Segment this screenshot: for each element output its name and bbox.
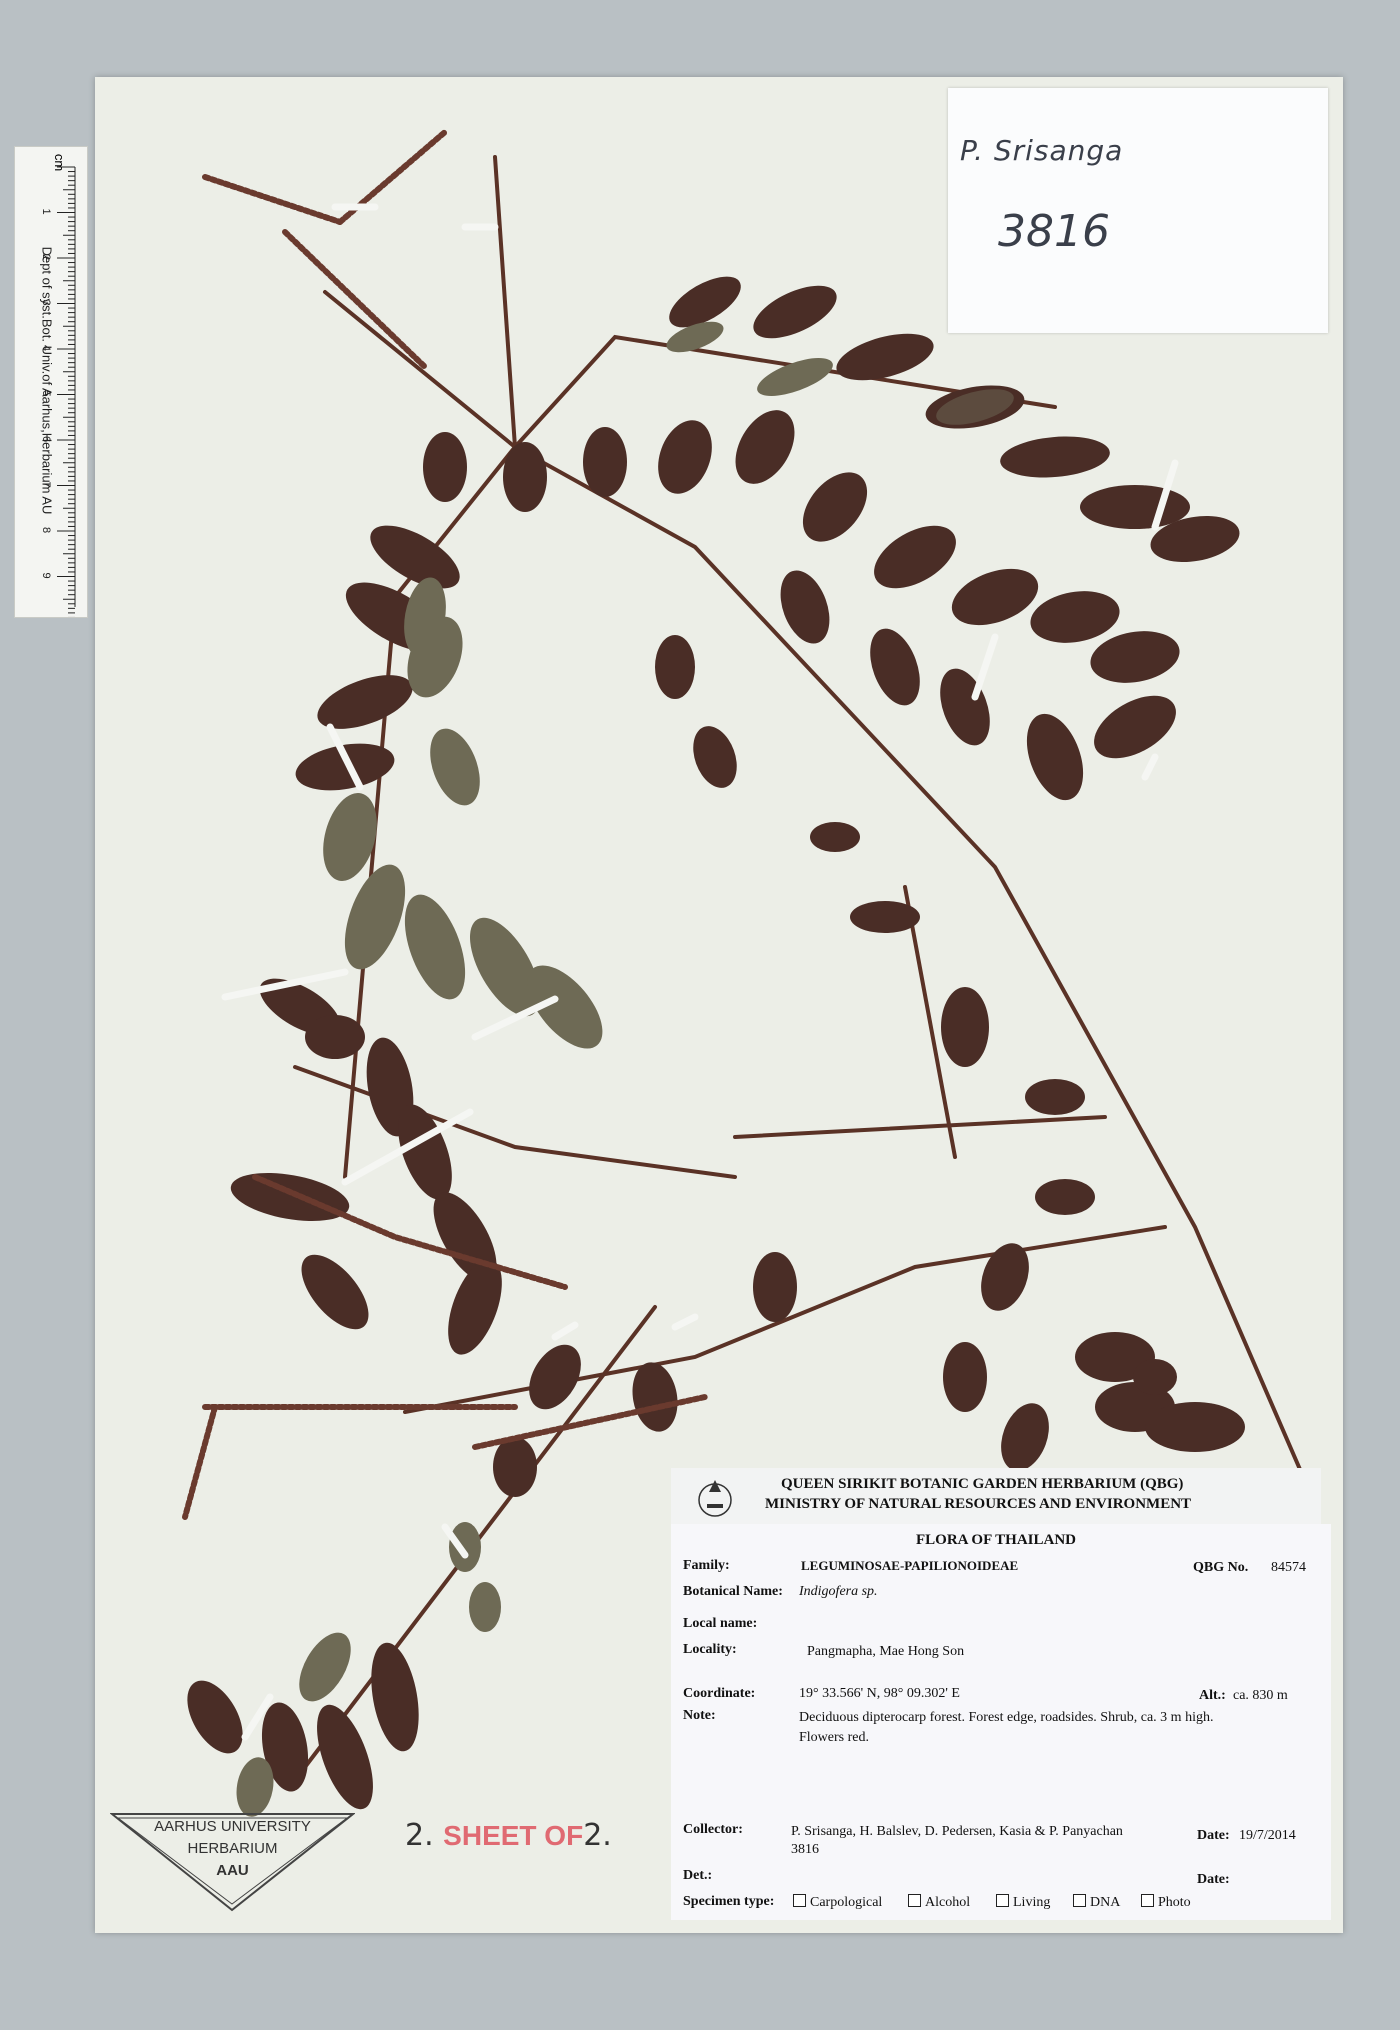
specimen-type-carpological[interactable]: Carpological <box>793 1894 882 1911</box>
specimen-type-dna[interactable]: DNA <box>1073 1894 1120 1911</box>
sheet-of-stamp: SHEET OF <box>443 1820 584 1851</box>
altitude-value: ca. 830 m <box>1233 1688 1288 1703</box>
stamp-line-2: HERBARIUM <box>187 1840 278 1857</box>
altitude-label: Alt.: <box>1199 1688 1226 1703</box>
family-value: LEGUMINOSAE-PAPILIONOIDEAE <box>801 1558 1019 1573</box>
qbg-label: QBG No. <box>1193 1560 1249 1575</box>
qbg-number: 84574 <box>1271 1560 1306 1575</box>
collector-number-handwritten: 3816 <box>998 206 1110 257</box>
checkbox-icon[interactable] <box>1141 1894 1154 1907</box>
botanical-name-label: Botanical Name: <box>683 1584 783 1599</box>
ruler-institution: Dept of syst.Bot. Univ.of Aarhus,Herbari… <box>39 246 55 515</box>
aau-herbarium-stamp: AARHUS UNIVERSITY HERBARIUM AAU <box>110 1812 355 1912</box>
scale-ruler: 12345678910 cm Dept of syst.Bot. Univ.of… <box>14 146 88 618</box>
collector-name-handwritten: P. Srisanga <box>960 134 1124 167</box>
det-date-label: Date: <box>1197 1872 1230 1887</box>
date-value: 19/7/2014 <box>1239 1828 1296 1843</box>
collector-label: Collector: <box>683 1822 743 1837</box>
specimen-type-alcohol[interactable]: Alcohol <box>908 1894 970 1911</box>
collectors-value: P. Srisanga, H. Balslev, D. Pedersen, Ka… <box>791 1824 1123 1839</box>
stamp-line-3: AAU <box>216 1862 249 1879</box>
specimen-label: QUEEN SIRIKIT BOTANIC GARDEN HERBARIUM (… <box>671 1468 1333 1920</box>
checkbox-icon[interactable] <box>996 1894 1009 1907</box>
collector-note: P. Srisanga 3816 <box>948 88 1328 333</box>
specimen-type-living[interactable]: Living <box>996 1894 1050 1911</box>
sheet-count: 2. SHEET OF2. <box>405 1818 612 1853</box>
note-line-1: Deciduous dipterocarp forest. Forest edg… <box>799 1710 1214 1725</box>
coordinate-value: 19° 33.566' N, 98° 09.302' E <box>799 1686 960 1701</box>
checkbox-icon[interactable] <box>793 1894 806 1907</box>
family-label: Family: <box>683 1558 730 1573</box>
sheet-number-handwritten: 2. <box>405 1818 434 1853</box>
ruler-unit: cm <box>52 153 68 172</box>
checkbox-icon[interactable] <box>908 1894 921 1907</box>
specimen-type-photo[interactable]: Photo <box>1141 1894 1191 1911</box>
collector-number: 3816 <box>791 1842 819 1857</box>
det-label: Det.: <box>683 1868 713 1883</box>
flora-title: FLORA OF THAILAND <box>916 1532 1077 1548</box>
date-label: Date: <box>1197 1828 1230 1843</box>
local-name-label: Local name: <box>683 1616 758 1631</box>
note-line-2: Flowers red. <box>799 1730 869 1745</box>
locality-value: Pangmapha, Mae Hong Son <box>807 1644 965 1659</box>
note-label: Note: <box>683 1708 716 1723</box>
herbarium-name: QUEEN SIRIKIT BOTANIC GARDEN HERBARIUM (… <box>781 1476 1184 1492</box>
specimen-type-label: Specimen type: <box>683 1894 775 1909</box>
checkbox-icon[interactable] <box>1073 1894 1086 1907</box>
botanical-name-value: Indigofera sp. <box>799 1584 878 1599</box>
coordinate-label: Coordinate: <box>683 1686 756 1701</box>
locality-label: Locality: <box>683 1642 737 1657</box>
ministry-name: MINISTRY OF NATURAL RESOURCES AND ENVIRO… <box>765 1496 1192 1512</box>
garden-emblem-icon <box>698 1480 732 1517</box>
stamp-line-1: AARHUS UNIVERSITY <box>154 1818 311 1835</box>
label-header: QUEEN SIRIKIT BOTANIC GARDEN HERBARIUM (… <box>671 1468 1321 1528</box>
sheet-total-handwritten: 2. <box>583 1818 612 1853</box>
